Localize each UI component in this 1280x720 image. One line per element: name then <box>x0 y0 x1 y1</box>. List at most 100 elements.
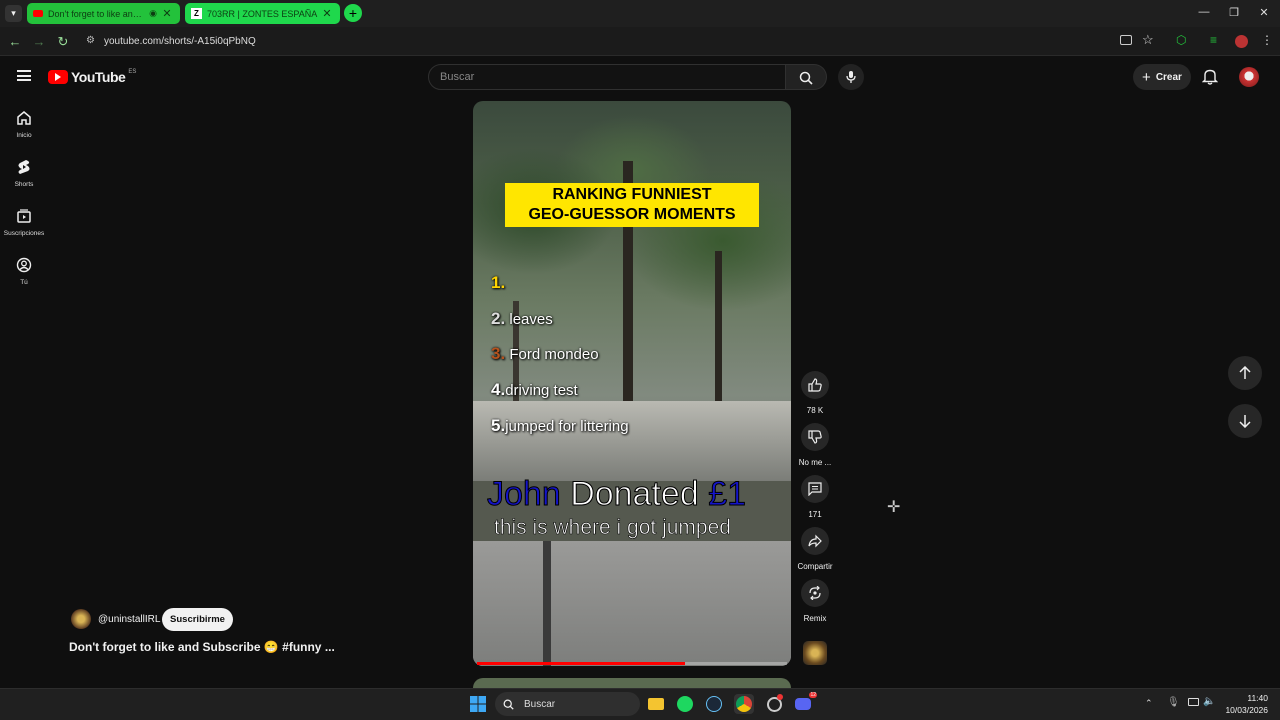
sidebar-item-home[interactable]: Inicio <box>0 110 48 139</box>
site-info-icon[interactable]: ⚙ <box>86 35 95 46</box>
clock-date[interactable]: 10/03/2026 <box>1222 705 1268 715</box>
voice-search-button[interactable] <box>838 64 864 90</box>
tab-title: 703RR | ZONTES ESPAÑA <box>207 8 318 19</box>
account-avatar[interactable] <box>1239 67 1259 87</box>
windows-taskbar <box>0 688 1280 720</box>
steam-icon[interactable] <box>704 694 724 714</box>
donation-amount: £1 <box>708 475 747 514</box>
back-icon[interactable]: ← <box>7 34 23 49</box>
sidebar-item-you[interactable]: Tú <box>0 257 48 286</box>
browser-menu-icon[interactable]: ⋮ <box>1261 33 1273 47</box>
next-short-button[interactable] <box>1228 404 1262 438</box>
ranking-item: 5.jumped for littering <box>491 416 629 436</box>
shorts-icon <box>18 160 30 174</box>
ranking-item: 2. leaves <box>491 309 553 329</box>
microphone-tray-icon[interactable]: 🎙 <box>1167 697 1180 708</box>
crosshair-cursor-icon: ✛ <box>887 499 901 516</box>
sidebar-item-label: Shorts <box>14 181 34 188</box>
url-text: youtube.com/shorts/-A15i0qPbNQ <box>104 36 256 47</box>
previous-short-button[interactable] <box>1228 356 1262 390</box>
new-tab-button[interactable]: + <box>344 4 362 22</box>
tab-zontes[interactable]: Z 703RR | ZONTES ESPAÑA ✕ <box>185 3 340 24</box>
short-description[interactable]: Don't forget to like and Subscribe 😁 #fu… <box>69 640 335 654</box>
cast-icon[interactable] <box>1120 35 1132 45</box>
spotify-icon[interactable] <box>675 694 695 714</box>
youtube-logo[interactable]: YouTube ES <box>48 69 136 85</box>
discord-icon[interactable]: 12 <box>793 692 817 714</box>
ranking-number: 3. <box>491 344 506 363</box>
close-tab-icon[interactable]: ✕ <box>160 7 174 20</box>
app-icon[interactable] <box>764 694 784 714</box>
channel-avatar[interactable] <box>71 609 91 629</box>
notifications-bell-icon[interactable] <box>1201 68 1219 90</box>
donor-name: John <box>487 475 562 514</box>
sidebar-item-subscriptions[interactable]: Suscripciones <box>0 208 48 237</box>
minimize-icon[interactable]: — <box>1196 6 1212 18</box>
tab-youtube[interactable]: Don't forget to like and Sub ◉ ✕ <box>27 3 180 24</box>
plus-icon: + <box>1142 68 1151 86</box>
ranking-number: 5. <box>491 416 506 435</box>
donation-verb: Donated <box>570 475 700 514</box>
tab-search-button[interactable]: ▾ <box>5 5 22 22</box>
sound-thumbnail[interactable] <box>803 641 827 665</box>
hamburger-menu-icon[interactable] <box>17 70 31 81</box>
address-bar[interactable]: ⚙ youtube.com/shorts/-A15i0qPbNQ <box>80 31 1140 52</box>
remix-button[interactable]: Remix <box>801 579 829 623</box>
audio-icon[interactable]: ◉ <box>149 8 157 19</box>
ranking-item: 4.driving test <box>491 380 578 400</box>
share-icon <box>808 534 822 548</box>
ranking-text: driving test <box>505 382 578 399</box>
ranking-text: leaves <box>509 311 553 328</box>
next-short-preview[interactable] <box>473 678 791 688</box>
subscribe-button[interactable]: Suscribirme <box>162 608 233 631</box>
search-icon <box>799 71 813 85</box>
forward-icon[interactable]: → <box>31 34 47 49</box>
maximize-icon[interactable]: ❐ <box>1226 6 1242 19</box>
profile-avatar-icon[interactable] <box>1235 35 1248 48</box>
search-icon <box>503 699 514 710</box>
thumbs-down-icon <box>808 430 822 444</box>
chrome-icon[interactable] <box>734 694 754 714</box>
youtube-logo-text: YouTube <box>71 69 126 85</box>
sidebar-item-label: Inicio <box>16 132 32 139</box>
playlist-icon[interactable]: ≡ <box>1210 33 1217 47</box>
windows-start-icon[interactable] <box>468 694 488 714</box>
volume-icon[interactable]: 🔈 <box>1203 696 1215 707</box>
sidebar-item-label: Tú <box>20 279 28 286</box>
file-explorer-icon[interactable] <box>646 694 666 714</box>
create-button[interactable]: + Crear <box>1133 64 1191 90</box>
share-label: Compartir <box>797 562 833 571</box>
ranking-text: jumped for littering <box>505 418 629 435</box>
region-code: ES <box>128 69 137 75</box>
comments-button[interactable]: 171 <box>801 475 829 519</box>
progress-bar[interactable] <box>477 662 685 665</box>
share-button[interactable]: Compartir <box>797 527 833 571</box>
ranking-number: 1. <box>491 273 506 292</box>
search-input[interactable]: Buscar <box>428 64 786 90</box>
close-tab-icon[interactable]: ✕ <box>320 7 334 20</box>
extensions-icon[interactable]: ⬡ <box>1176 33 1186 47</box>
tray-chevron-icon[interactable]: ⌃ <box>1145 698 1153 709</box>
bookmark-star-icon[interactable]: ☆ <box>1142 32 1154 48</box>
user-icon <box>16 257 32 273</box>
sidebar-item-label: Suscripciones <box>3 230 45 237</box>
dislike-button[interactable]: No me ... <box>799 423 831 467</box>
ranking-item: 3. Ford mondeo <box>491 344 599 364</box>
create-label: Crear <box>1155 71 1182 83</box>
close-window-icon[interactable]: ✕ <box>1256 6 1272 19</box>
video-title-overlay: RANKING FUNNIEST GEO-GUESSOR MOMENTS <box>505 183 759 227</box>
taskbar-search-input[interactable]: Buscar <box>495 692 640 716</box>
ranking-text: Ford mondeo <box>509 346 599 363</box>
reload-icon[interactable]: ↻ <box>55 34 71 50</box>
channel-handle[interactable]: @uninstallIRL <box>98 614 160 625</box>
arrow-up-icon <box>1239 366 1251 379</box>
network-icon[interactable] <box>1188 698 1199 706</box>
like-button[interactable]: 78 K <box>801 371 829 415</box>
clock-time[interactable]: 11:40 <box>1246 693 1268 703</box>
ranking-number: 4. <box>491 380 506 399</box>
search-button[interactable] <box>786 64 827 90</box>
dislike-label: No me ... <box>798 458 832 467</box>
taskbar-search-label: Buscar <box>524 698 556 710</box>
sidebar-item-shorts[interactable]: Shorts <box>0 159 48 188</box>
remix-label: Remix <box>803 614 827 623</box>
